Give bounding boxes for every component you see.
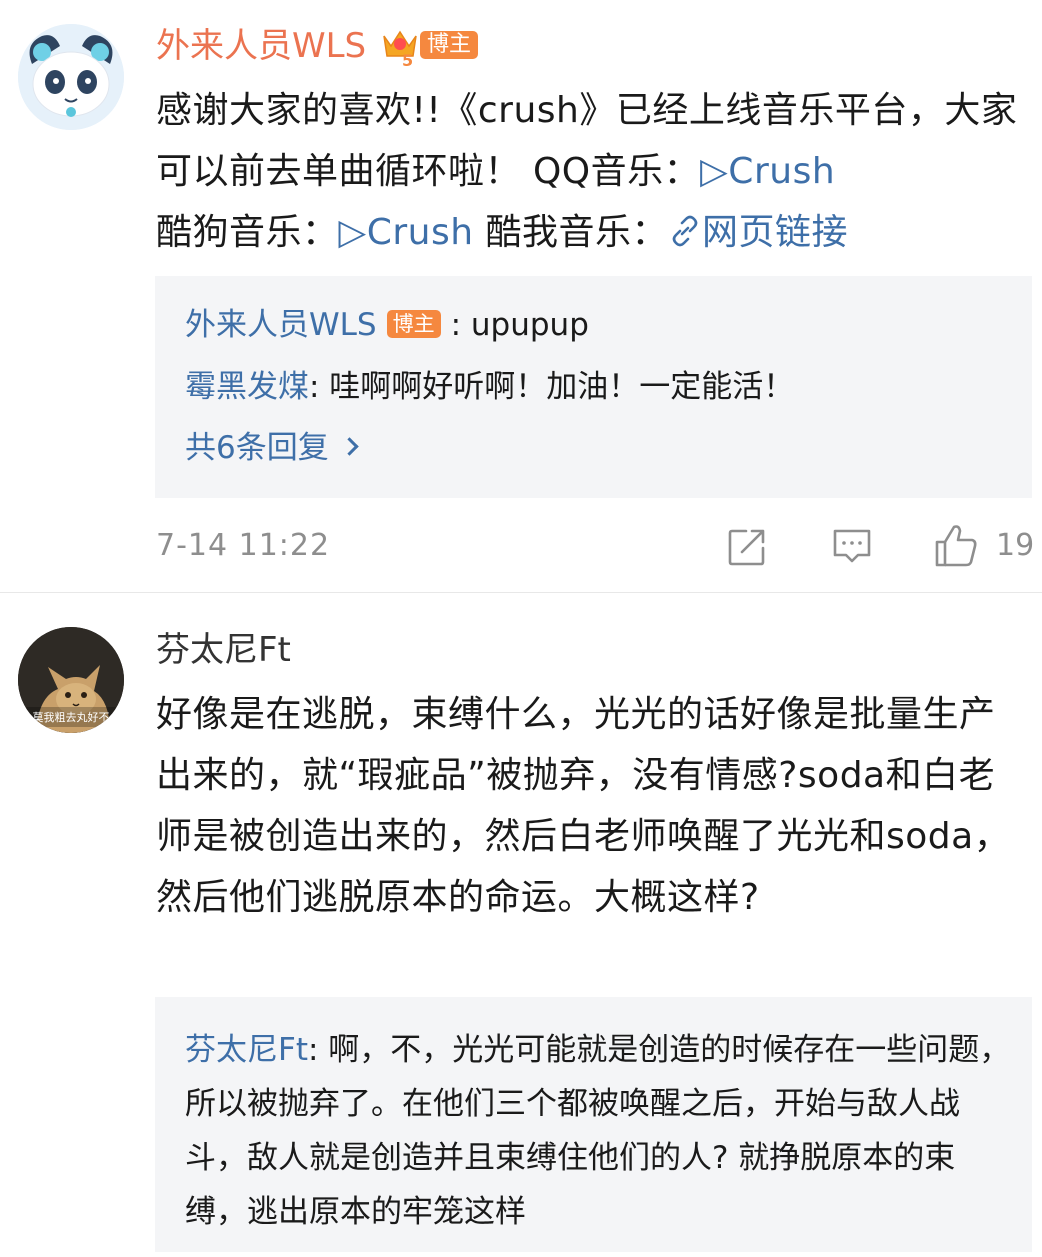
web-link-label: 网页链接 xyxy=(701,212,848,253)
reply-author[interactable]: 芬太尼Ft xyxy=(185,1032,308,1068)
reply-item: 霉黑发煤: 哇啊啊好听啊！加油！一定能活！ xyxy=(185,366,794,408)
comment-text-mid2: 酷我音乐： xyxy=(473,212,668,253)
svg-text:5: 5 xyxy=(402,51,413,68)
blogger-badge: 博主 xyxy=(420,31,479,59)
reply-item: 外来人员WLS 博主 : upupup xyxy=(185,304,589,346)
comment-text-mid: 酷狗音乐： xyxy=(156,212,339,253)
like-count: 19 xyxy=(996,528,1035,563)
username[interactable]: 芬太尼Ft xyxy=(156,628,291,672)
kugou-music-link[interactable]: ▷Crush xyxy=(339,212,474,253)
link-icon xyxy=(672,215,698,247)
reply-author[interactable]: 外来人员WLS xyxy=(185,307,377,343)
qq-music-link[interactable]: ▷Crush xyxy=(700,151,835,192)
timestamp: 7-14 11:22 xyxy=(156,528,331,563)
reply-item: 芬太尼Ft: 啊，不，光光可能就是创造的时候存在一些问题，所以被抛弃了。在他们三… xyxy=(185,1023,1015,1239)
reply-preview-box[interactable]: 外来人员WLS 博主: upupup 霉黑发煤: 哇啊啊好听啊！加油！一定能活！ … xyxy=(155,276,1032,498)
blogger-badge: 博主 xyxy=(386,310,441,338)
vip-crown-icon: 5 xyxy=(383,30,417,68)
username[interactable]: 外来人员WLS xyxy=(156,24,366,68)
thumbs-up-icon[interactable] xyxy=(934,522,978,568)
reply-text: : upupup xyxy=(450,307,589,343)
chevron-right-icon xyxy=(340,437,359,456)
reply-preview-box[interactable]: 芬太尼Ft: 啊，不，光光可能就是创造的时候存在一些问题，所以被抛弃了。在他们三… xyxy=(155,997,1032,1252)
reply-text: : 哇啊啊好听啊！加油！一定能活！ xyxy=(309,369,795,405)
svg-text:莫我粗去丸好不: 莫我粗去丸好不 xyxy=(33,710,110,724)
panda-avatar-icon xyxy=(18,24,124,130)
share-icon[interactable] xyxy=(726,526,768,568)
kuwo-music-link[interactable]: 网页链接 xyxy=(668,212,848,253)
reply-text: : 啊，不，光光可能就是创造的时候存在一些问题，所以被抛弃了。在他们三个都被唤醒… xyxy=(185,1032,1011,1230)
reply-author[interactable]: 霉黑发煤 xyxy=(185,369,309,405)
comment-text: 好像是在逃脱，束缚什么，光光的话好像是批量生产出来的，就“瑕疵品”被抛弃，没有情… xyxy=(156,694,1011,918)
avatar[interactable]: 莫我粗去丸好不 xyxy=(18,627,124,733)
more-replies-label: 共6条回复 xyxy=(185,430,329,466)
comment-divider xyxy=(0,592,1042,593)
avatar[interactable] xyxy=(18,24,124,130)
view-all-replies-link[interactable]: 共6条回复 xyxy=(185,427,359,469)
comment-text-main: 感谢大家的喜欢!!《crush》已经上线音乐平台，大家可以前去单曲循环啦！ QQ… xyxy=(156,90,1018,192)
comment-icon[interactable] xyxy=(832,526,872,566)
comment-text: 感谢大家的喜欢!!《crush》已经上线音乐平台，大家可以前去单曲循环啦！ QQ… xyxy=(156,80,1026,263)
cat-avatar-icon: 莫我粗去丸好不 xyxy=(18,627,124,733)
